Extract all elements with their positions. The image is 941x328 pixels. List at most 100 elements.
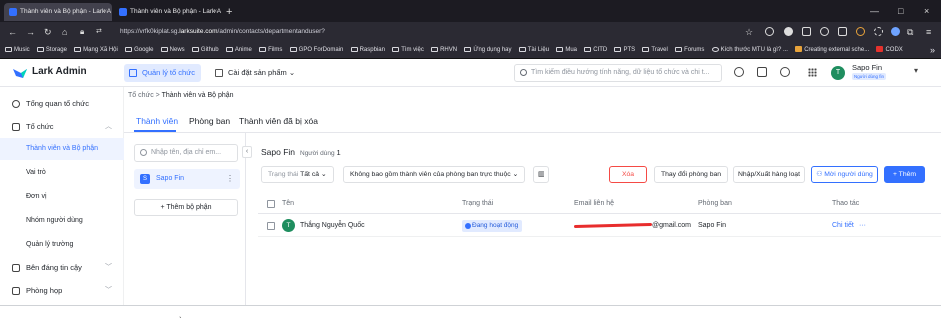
- folder-icon: [392, 46, 400, 52]
- bookmark-folder[interactable]: Music: [5, 42, 30, 58]
- bookmark-star-icon[interactable]: ☆: [745, 22, 753, 42]
- status-filter-select[interactable]: Trạng thái Tất cả ⌄: [261, 166, 334, 183]
- bookmark-folder[interactable]: RHVN: [431, 42, 457, 58]
- import-export-button[interactable]: Nhập/Xuất hàng loạt: [733, 166, 805, 183]
- extension-icon[interactable]: [856, 27, 865, 36]
- bookmark-folder[interactable]: Films: [259, 42, 282, 58]
- column-header-actions: Thao tác: [832, 200, 860, 207]
- extension-icon[interactable]: [838, 27, 847, 36]
- delete-button[interactable]: Xóa: [609, 166, 647, 183]
- bookmark-folder[interactable]: Google: [125, 42, 153, 58]
- folder-icon: [191, 46, 199, 52]
- site-favicon-icon: [795, 45, 803, 52]
- extension-icon[interactable]: [802, 27, 811, 36]
- tab-members[interactable]: Thành viên: [136, 116, 178, 126]
- bookmark-folder[interactable]: Github: [191, 42, 219, 58]
- help-icon[interactable]: [780, 67, 790, 77]
- sidebar-item-field-management[interactable]: Quản lý trường: [0, 234, 124, 256]
- bookmark-folder[interactable]: Tài Liệu: [518, 42, 549, 58]
- new-tab-button[interactable]: +: [226, 3, 232, 21]
- sidebar-item-members-departments[interactable]: Thành viên và Bộ phận: [0, 138, 124, 160]
- extension-icon[interactable]: [820, 27, 829, 36]
- bookmark-folder[interactable]: Ứng dụng hay: [464, 42, 512, 58]
- add-member-button[interactable]: + Thêm: [884, 166, 925, 183]
- global-search-input[interactable]: Tìm kiếm điều hướng tính năng, dữ liệu t…: [514, 64, 722, 82]
- bookmark-link[interactable]: CODX: [876, 42, 903, 58]
- select-all-checkbox[interactable]: [267, 200, 275, 208]
- collapse-panel-button[interactable]: ‹: [242, 146, 252, 158]
- sidebar-item-overview[interactable]: Tổng quan tổ chức: [0, 93, 124, 115]
- close-window-icon[interactable]: ×: [924, 0, 929, 22]
- bookmark-link[interactable]: Creating external sche...: [795, 42, 869, 58]
- close-tab-icon[interactable]: ×: [213, 3, 217, 21]
- tab-departments[interactable]: Phòng ban: [189, 116, 230, 126]
- apps-grid-icon[interactable]: [808, 68, 817, 77]
- bookmark-folder[interactable]: CITD: [584, 42, 607, 58]
- department-search-input[interactable]: Nhập tên, địa chỉ em...: [134, 144, 238, 162]
- extension-icon[interactable]: [891, 27, 900, 36]
- bookmark-folder[interactable]: Travel: [642, 42, 668, 58]
- site-permissions-icon[interactable]: ⇄: [96, 22, 102, 42]
- bookmark-folder[interactable]: Raspbian: [350, 42, 385, 58]
- breadcrumb-root[interactable]: Tổ chức: [128, 92, 154, 99]
- minimize-icon[interactable]: —: [870, 0, 879, 22]
- avatar[interactable]: T: [831, 66, 845, 80]
- department-tree-item[interactable]: S Sapo Fin ⋮: [134, 169, 240, 189]
- scope-filter-select[interactable]: Không bao gồm thành viên của phòng ban t…: [343, 166, 526, 183]
- row-checkbox[interactable]: [267, 222, 275, 230]
- status-filter-label: Trạng thái: [268, 171, 299, 178]
- sidebar-item-roles[interactable]: Vai trò: [0, 162, 124, 184]
- sidebar-item-trusted-parties[interactable]: Bên đáng tin cậy ﹀: [0, 257, 124, 279]
- pocket-icon[interactable]: [765, 27, 774, 36]
- details-link[interactable]: Chi tiết: [832, 215, 854, 237]
- bookmark-folder[interactable]: PTS: [614, 42, 635, 58]
- tab-deleted-members[interactable]: Thành viên đã bị xóa: [239, 116, 318, 126]
- change-department-button[interactable]: Thay đổi phòng ban: [654, 166, 728, 183]
- bookmark-folder[interactable]: News: [160, 42, 185, 58]
- menu-icon[interactable]: ≡: [926, 22, 931, 42]
- close-tab-icon[interactable]: ×: [103, 3, 107, 21]
- sidebar-item-label: Tổ chức: [26, 122, 54, 131]
- refresh-icon[interactable]: [734, 67, 744, 77]
- bookmark-folder[interactable]: Tìm việc: [392, 42, 424, 58]
- bookmark-folder[interactable]: Mua: [556, 42, 577, 58]
- forward-icon[interactable]: →: [26, 22, 35, 42]
- sidebar-item-org[interactable]: Tổ chức ︿: [0, 116, 124, 138]
- sidebar-item-meeting-rooms[interactable]: Phòng họp ﹀: [0, 280, 124, 302]
- column-settings-button[interactable]: ▥: [533, 166, 550, 183]
- member-name[interactable]: Thắng Nguyễn Quốc: [300, 215, 365, 237]
- bookmark-folder[interactable]: Anime: [225, 42, 252, 58]
- reload-icon[interactable]: ↻: [44, 22, 52, 42]
- sidebar-item-user-groups[interactable]: Nhóm người dùng: [0, 210, 124, 232]
- bookmark-folder[interactable]: GPO ForDomain: [289, 42, 343, 58]
- nav-org-management[interactable]: Quản lý tổ chức: [124, 64, 201, 82]
- user-name[interactable]: Sapo Fin: [852, 63, 882, 72]
- browser-tab[interactable]: Thành viên và Bộ phận - Lark A ×: [114, 3, 222, 21]
- notes-icon[interactable]: [757, 67, 767, 77]
- invite-user-button[interactable]: ⚇ Mời người dùng: [811, 166, 878, 183]
- table-header: Tên Trạng thái Email liên hệ Phòng ban T…: [258, 194, 941, 214]
- member-count-label: Người dùng: [300, 150, 335, 157]
- bookmark-folder[interactable]: Storage: [36, 42, 67, 58]
- meeting-room-icon: [12, 287, 20, 295]
- more-actions-icon[interactable]: ···: [859, 215, 866, 237]
- back-icon[interactable]: ←: [8, 22, 17, 42]
- bookmark-folder[interactable]: Mạng Xã Hội: [74, 42, 118, 58]
- extensions-puzzle-icon[interactable]: ⧉: [907, 22, 913, 42]
- bookmark-folder[interactable]: Forums: [675, 42, 704, 58]
- sidebar-item-units[interactable]: Đơn vị: [0, 186, 124, 208]
- extension-icon[interactable]: [784, 27, 793, 36]
- caret-down-icon[interactable]: ▾: [914, 66, 918, 75]
- bookmark-link[interactable]: Kích thước MTU là gì? ...: [711, 42, 788, 58]
- nav-product-settings[interactable]: Cài đặt sản phẩm ⌄: [212, 64, 295, 82]
- home-icon[interactable]: ⌂: [62, 22, 67, 42]
- table-row[interactable]: T Thắng Nguyễn Quốc Đang hoạt động @gmai…: [258, 215, 941, 237]
- folder-icon: [36, 46, 44, 52]
- add-department-button[interactable]: + Thêm bộ phận: [134, 199, 238, 216]
- bookmarks-overflow-icon[interactable]: »: [930, 42, 935, 58]
- url-bar[interactable]: https://vrfk0kiplat.sg.larksuite.com/adm…: [120, 25, 560, 39]
- browser-tab-active[interactable]: Thành viên và Bộ phận - Lark A ×: [4, 3, 112, 21]
- more-vertical-icon[interactable]: ⋮: [226, 169, 234, 189]
- extension-icon[interactable]: [874, 27, 883, 36]
- maximize-icon[interactable]: □: [898, 0, 903, 22]
